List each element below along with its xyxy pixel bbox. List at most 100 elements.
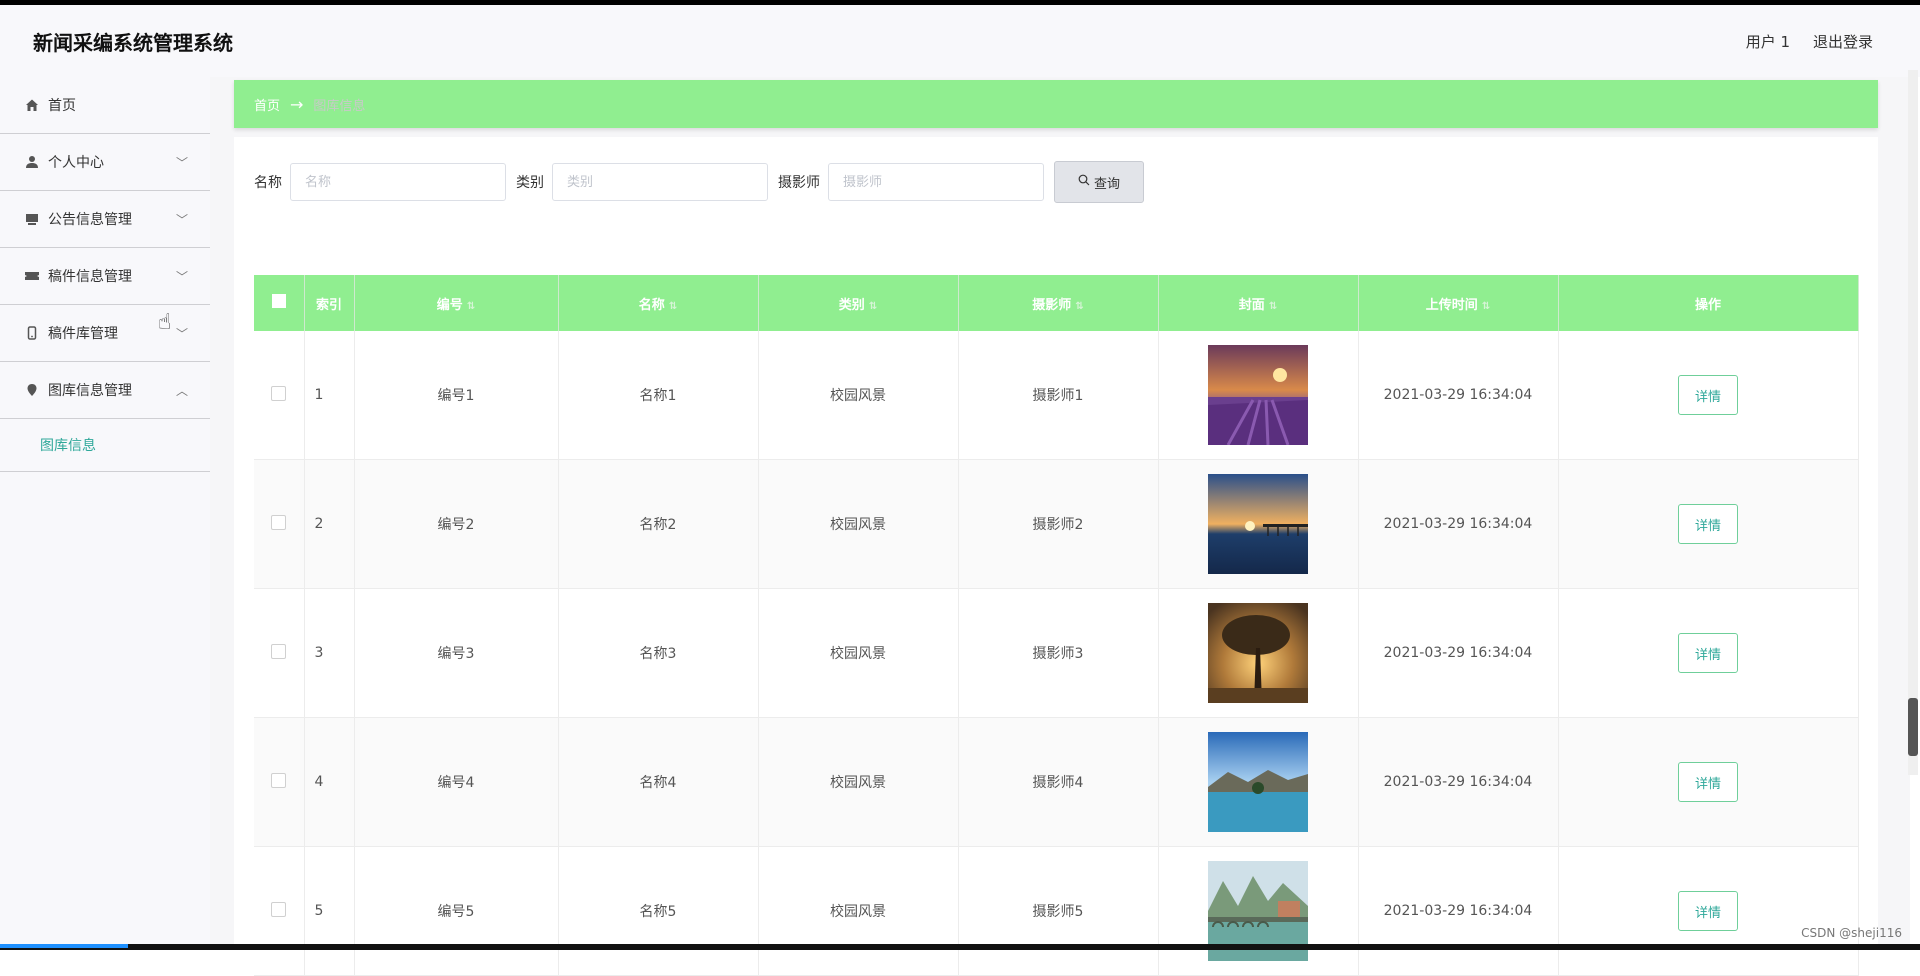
sidebar-item-manuscript-library[interactable]: 稿件库管理 ﹀ — [0, 305, 210, 362]
sort-icon[interactable]: ⇅ — [869, 301, 877, 312]
app-title: 新闻采编系统管理系统 — [33, 31, 233, 55]
breadcrumb-arrow-icon: → — [290, 94, 304, 114]
row-index: 5 — [304, 846, 355, 976]
category-search-input[interactable] — [552, 163, 768, 201]
row-category: 校园风景 — [758, 331, 959, 460]
sidebar-item-manuscript-info[interactable]: 稿件信息管理 ﹀ — [0, 248, 210, 305]
header-cover[interactable]: 封面 ⇅ — [1158, 275, 1359, 331]
search-bar: 名称 类别 摄影师 查询 — [254, 161, 1144, 203]
row-index: 1 — [304, 331, 355, 460]
query-button[interactable]: 查询 — [1054, 161, 1144, 203]
row-checkbox[interactable] — [271, 385, 287, 401]
sidebar: 首页 个人中心 ﹀ 公告信息管理 ﹀ 稿件信息管理 ﹀ 稿件库管理 ﹀ 图库信息… — [0, 77, 211, 945]
query-button-label: 查询 — [1093, 176, 1120, 192]
row-photographer: 摄影师3 — [958, 588, 1159, 718]
photographer-search-input[interactable] — [828, 163, 1044, 201]
row-code: 编号3 — [354, 588, 559, 718]
breadcrumb-current: 图库信息 — [313, 98, 366, 114]
sidebar-item-home[interactable]: 首页 — [0, 77, 210, 134]
detail-button[interactable]: 详情 — [1678, 504, 1738, 544]
sidebar-item-personal-center[interactable]: 个人中心 ﹀ — [0, 134, 210, 191]
search-icon — [1078, 174, 1090, 190]
row-category: 校园风景 — [758, 717, 959, 847]
row-upload-time: 2021-03-29 16:34:04 — [1358, 331, 1559, 460]
header-index: 索引 — [304, 275, 355, 331]
sidebar-item-gallery-management[interactable]: 图库信息管理 ︿ — [0, 362, 210, 419]
row-index: 2 — [304, 459, 355, 589]
photographer-label: 摄影师 — [778, 175, 820, 191]
row-name: 名称3 — [558, 588, 759, 718]
content-panel: 名称 类别 摄影师 查询 索引 编号⇅ — [234, 137, 1878, 976]
detail-button[interactable]: 详情 — [1678, 633, 1738, 673]
sidebar-item-label: 稿件信息管理 — [48, 269, 132, 285]
sort-icon[interactable]: ⇅ — [669, 301, 677, 312]
sort-icon[interactable]: ⇅ — [467, 301, 475, 312]
name-search-input[interactable] — [290, 163, 506, 201]
cover-image-lavender — [1208, 345, 1308, 445]
detail-button[interactable]: 详情 — [1678, 891, 1738, 931]
sidebar-subitem-gallery-info[interactable]: 图库信息 — [0, 419, 210, 472]
row-category: 校园风景 — [758, 459, 959, 589]
location-icon — [24, 382, 40, 398]
cover-image-lake — [1208, 732, 1308, 832]
chevron-down-icon: ﹀ — [175, 156, 188, 170]
breadcrumb: 首页 → 图库信息 — [234, 80, 1878, 128]
row-name: 名称5 — [558, 846, 759, 976]
row-code: 编号1 — [354, 331, 559, 460]
select-all-header — [254, 275, 305, 331]
row-upload-time: 2021-03-29 16:34:04 — [1358, 846, 1559, 976]
row-index: 4 — [304, 717, 355, 847]
row-photographer: 摄影师2 — [958, 459, 1159, 589]
logout-link[interactable]: 退出登录 — [1813, 31, 1873, 52]
row-name: 名称4 — [558, 717, 759, 847]
breadcrumb-home[interactable]: 首页 — [254, 95, 280, 114]
select-all-checkbox[interactable] — [271, 294, 286, 308]
header-photographer[interactable]: 摄影师 ⇅ — [958, 275, 1159, 331]
row-code: 编号5 — [354, 846, 559, 976]
row-checkbox[interactable] — [271, 772, 287, 788]
chevron-down-icon: ﹀ — [175, 213, 188, 227]
row-checkbox[interactable] — [271, 901, 287, 917]
sort-icon[interactable]: ⇅ — [1269, 301, 1277, 312]
chevron-up-icon: ︿ — [175, 384, 188, 398]
row-code: 编号2 — [354, 459, 559, 589]
table-header-row: 索引 编号 ⇅ 名称 ⇅ 类别 ⇅ 摄影师 ⇅ 封面 ⇅ 上传时间 ⇅ 操作 — [254, 275, 1859, 331]
row-checkbox[interactable] — [271, 643, 287, 659]
row-code: 编号4 — [354, 717, 559, 847]
sort-icon[interactable]: ⇅ — [1075, 301, 1083, 312]
scrollbar-track[interactable] — [1908, 70, 1918, 775]
chevron-down-icon: ﹀ — [175, 270, 188, 284]
row-checkbox[interactable] — [271, 514, 287, 530]
detail-button[interactable]: 详情 — [1678, 375, 1738, 415]
row-photographer: 摄影师5 — [958, 846, 1159, 976]
row-upload-time: 2021-03-29 16:34:04 — [1358, 588, 1559, 718]
main-area: 首页 → 图库信息 名称 类别 摄影师 查询 — [210, 77, 1910, 976]
home-icon — [24, 97, 40, 113]
chevron-down-icon: ﹀ — [175, 327, 188, 341]
row-category: 校园风景 — [758, 588, 959, 718]
row-name: 名称2 — [558, 459, 759, 589]
scrollbar-thumb[interactable] — [1908, 698, 1918, 756]
watermark: CSDN @sheji116 — [1801, 926, 1902, 940]
table-row: 5 编号5 名称5 校园风景 摄影师5 2021-03-29 16:34:04 … — [254, 846, 1859, 976]
sidebar-item-label: 图库信息管理 — [48, 383, 132, 399]
detail-button[interactable]: 详情 — [1678, 762, 1738, 802]
header-upload-time[interactable]: 上传时间 ⇅ — [1358, 275, 1559, 331]
table-row: 3 编号3 名称3 校园风景 摄影师3 2021-03-29 16:34:04 … — [254, 588, 1859, 718]
sidebar-item-label: 稿件库管理 — [48, 326, 118, 342]
loading-progress-bar — [0, 944, 128, 948]
table-row: 2 编号2 名称2 校园风景 摄影师2 2021-03-29 16:34:04 … — [254, 459, 1859, 589]
sidebar-item-notice-management[interactable]: 公告信息管理 ﹀ — [0, 191, 210, 248]
notice-icon — [24, 211, 40, 227]
window-bottom-edge — [0, 944, 1920, 950]
header-code[interactable]: 编号 ⇅ — [354, 275, 559, 331]
row-upload-time: 2021-03-29 16:34:04 — [1358, 717, 1559, 847]
cover-image-sunset-pier — [1208, 474, 1308, 574]
row-upload-time: 2021-03-29 16:34:04 — [1358, 459, 1559, 589]
header-category[interactable]: 类别 ⇅ — [758, 275, 959, 331]
sort-icon[interactable]: ⇅ — [1482, 301, 1490, 312]
cover-image-tree — [1208, 603, 1308, 703]
header-name[interactable]: 名称 ⇅ — [558, 275, 759, 331]
phone-icon — [24, 325, 40, 341]
category-label: 类别 — [516, 175, 544, 191]
